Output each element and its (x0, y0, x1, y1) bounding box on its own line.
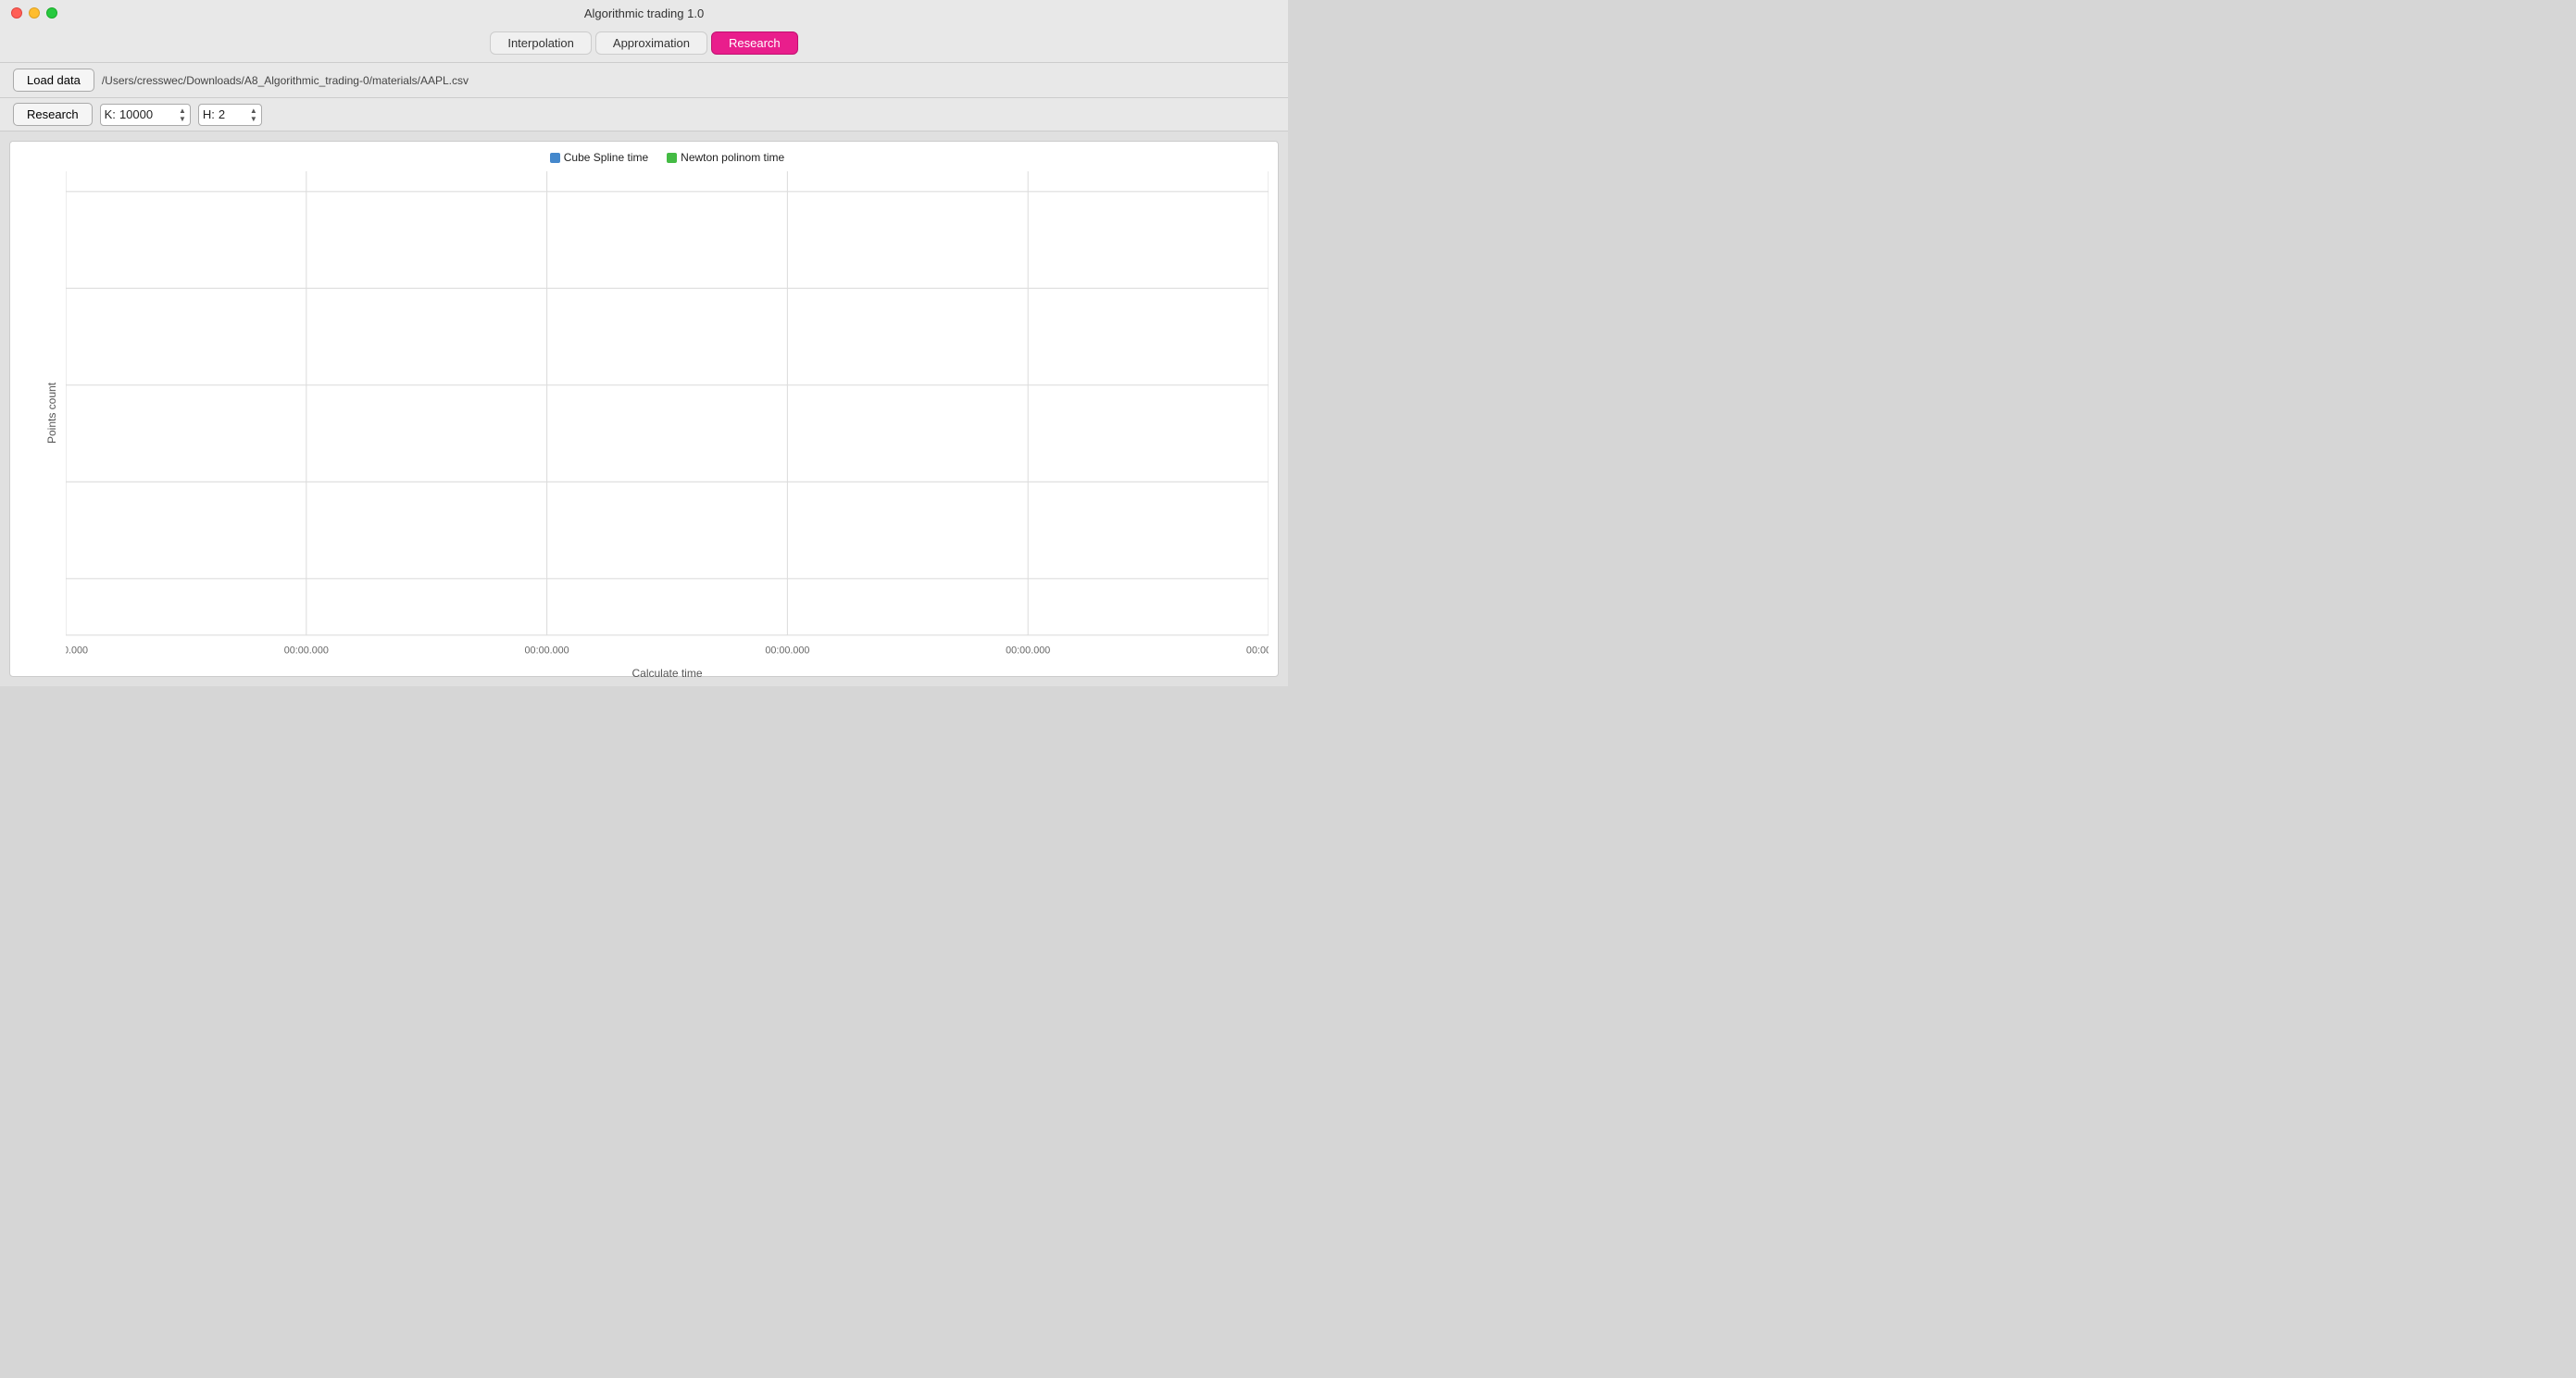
load-data-button[interactable]: Load data (13, 69, 94, 92)
close-button[interactable] (11, 7, 22, 19)
h-input[interactable] (219, 107, 246, 121)
h-field: H: ▲ ▼ (198, 104, 262, 126)
legend-cube-spline-label: Cube Spline time (564, 151, 648, 164)
chart-inner: Points count Calculate time 1 1 (66, 171, 1269, 656)
legend-cube-spline-color (550, 153, 560, 163)
title-bar: Algorithmic trading 1.0 (0, 0, 1288, 26)
maximize-button[interactable] (46, 7, 57, 19)
toolbar-load: Load data /Users/cresswec/Downloads/A8_A… (0, 63, 1288, 98)
k-input[interactable] (119, 107, 175, 121)
main-area: Cube Spline time Newton polinom time Poi… (0, 132, 1288, 686)
tab-research[interactable]: Research (711, 31, 798, 55)
legend-cube-spline: Cube Spline time (550, 151, 648, 164)
window-controls (11, 7, 57, 19)
file-path-label: /Users/cresswec/Downloads/A8_Algorithmic… (102, 74, 1275, 87)
k-spinner[interactable]: ▲ ▼ (179, 106, 186, 123)
chart-container: Cube Spline time Newton polinom time Poi… (9, 141, 1279, 677)
app-title: Algorithmic trading 1.0 (584, 6, 704, 20)
legend-newton-polinom-label: Newton polinom time (681, 151, 784, 164)
research-button[interactable]: Research (13, 103, 93, 126)
minimize-button[interactable] (29, 7, 40, 19)
k-field: K: ▲ ▼ (100, 104, 191, 126)
legend-newton-polinom: Newton polinom time (667, 151, 784, 164)
toolbar-research: Research K: ▲ ▼ H: ▲ ▼ (0, 98, 1288, 132)
svg-text:00:00.000: 00:00.000 (66, 645, 88, 655)
y-axis-label: Points count (45, 382, 58, 444)
x-axis-label: Calculate time (631, 667, 702, 680)
k-label: K: (105, 107, 116, 121)
h-label: H: (203, 107, 215, 121)
svg-text:00:00.000: 00:00.000 (1006, 645, 1050, 655)
h-spinner[interactable]: ▲ ▼ (250, 106, 257, 123)
tab-interpolation[interactable]: Interpolation (490, 31, 592, 55)
svg-text:00:00.001: 00:00.001 (1246, 645, 1269, 655)
tab-bar: Interpolation Approximation Research (0, 26, 1288, 63)
svg-text:00:00.000: 00:00.000 (284, 645, 329, 655)
tab-approximation[interactable]: Approximation (595, 31, 707, 55)
chart-svg: 1 1 1 0 0 0 00:00.000 00:00.000 00:00.00… (66, 171, 1269, 656)
svg-text:00:00.000: 00:00.000 (765, 645, 809, 655)
chart-legend: Cube Spline time Newton polinom time (66, 151, 1269, 164)
legend-newton-polinom-color (667, 153, 677, 163)
svg-text:00:00.000: 00:00.000 (525, 645, 569, 655)
